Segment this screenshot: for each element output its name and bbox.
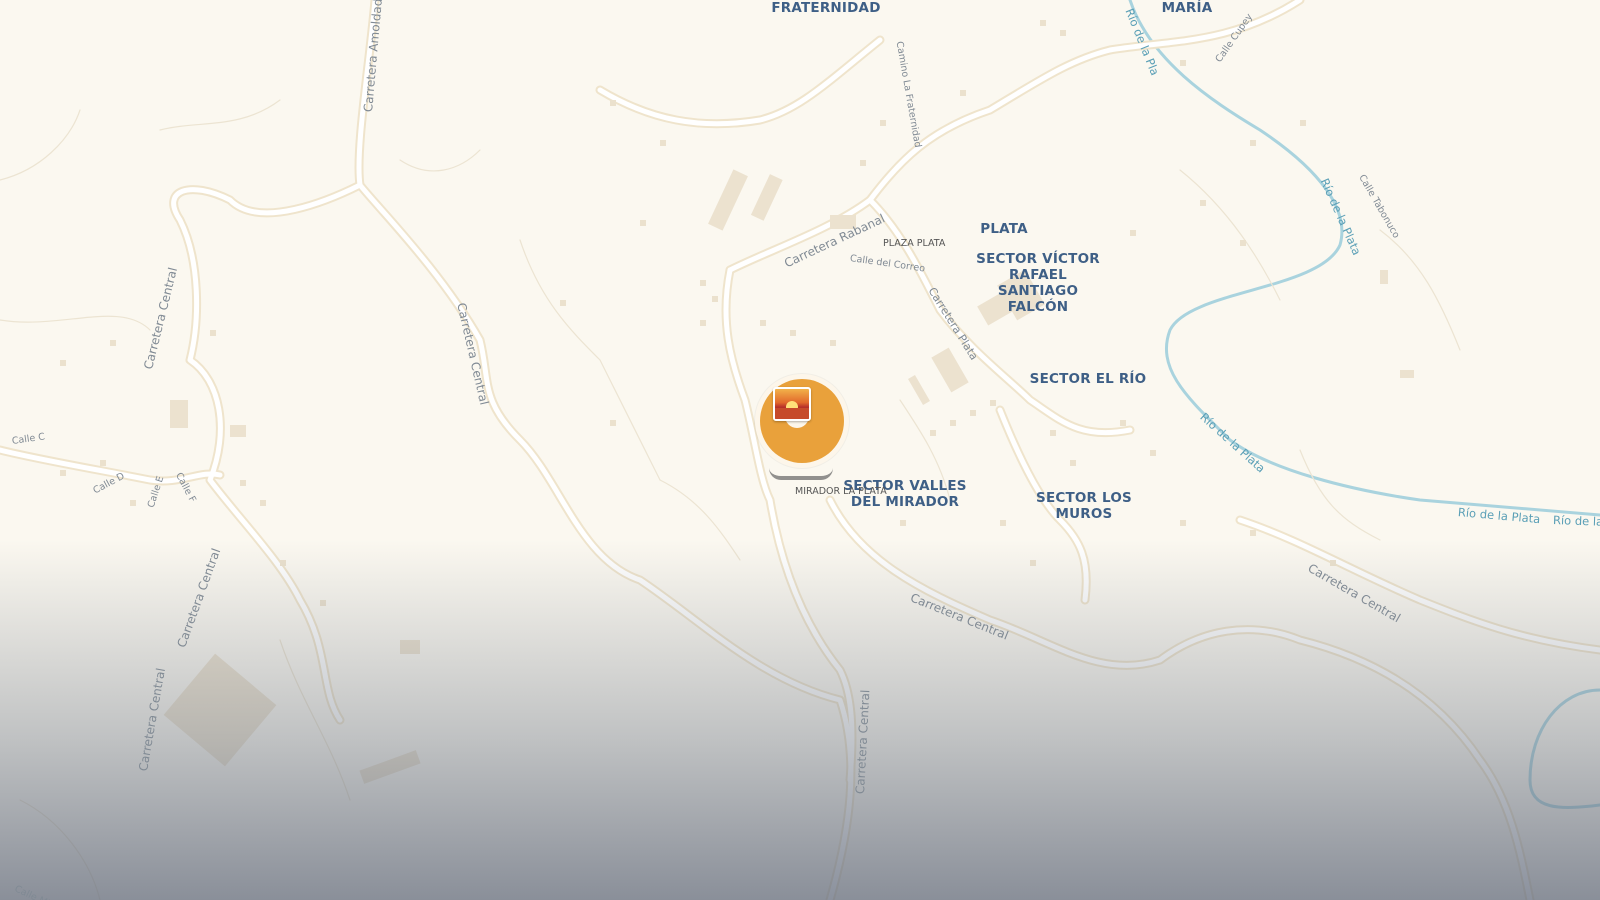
mirador-la-plata-pin[interactable] (755, 374, 849, 468)
place-label-sector-el-rio[interactable]: SECTOR EL RÍO (1030, 371, 1147, 387)
sea-shape (775, 408, 809, 419)
place-label-sector-victor[interactable]: SECTOR VÍCTOR RAFAEL SANTIAGO FALCÓN (976, 251, 1100, 315)
place-label-plata[interactable]: PLATA (980, 221, 1028, 237)
poi-label-plaza-plata[interactable]: PLAZA PLATA (883, 238, 945, 249)
poi-label-mirador-la-plata[interactable]: MIRADOR LA PLATA (795, 486, 887, 497)
place-label-maria[interactable]: MARÍA (1162, 0, 1213, 16)
pin-shadow (769, 468, 833, 480)
place-label-fraternidad[interactable]: FRATERNIDAD (771, 0, 880, 16)
map-canvas[interactable]: FRATERNIDAD MARÍA PLATA SECTOR VÍCTOR RA… (0, 0, 1600, 900)
river-line-east (1528, 688, 1600, 809)
river-label: Río de la (1552, 513, 1600, 529)
sunset-photo-icon (773, 387, 811, 421)
river-line (1128, 0, 1600, 517)
place-label-sector-los-muros[interactable]: SECTOR LOS MUROS (1036, 490, 1132, 522)
